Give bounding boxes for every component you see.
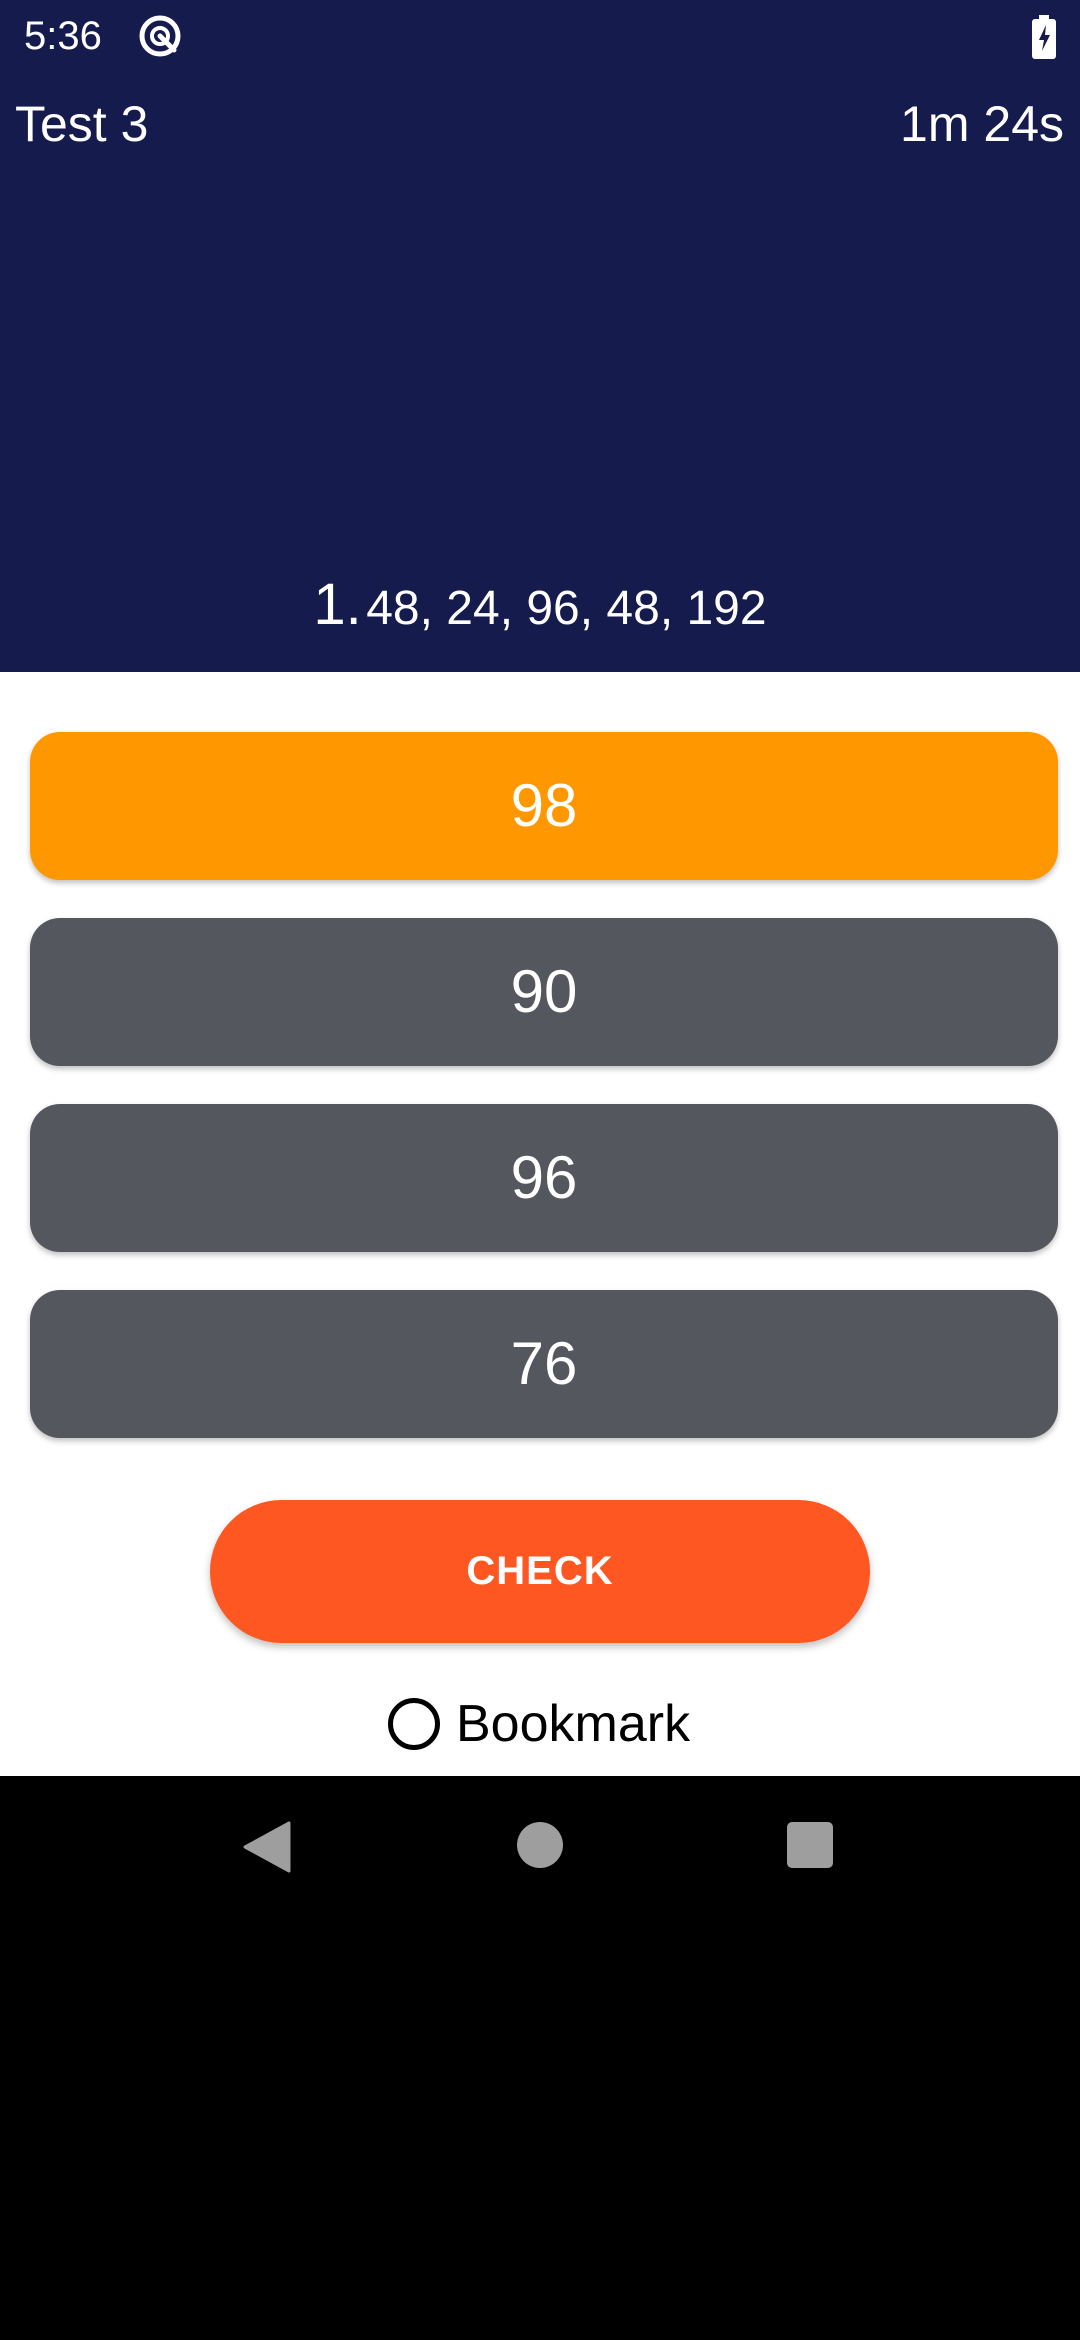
answer-option[interactable]: 90 [30,918,1058,1066]
answer-option[interactable]: 76 [30,1290,1058,1438]
question: 1. 48, 24, 96, 48, 192 [0,570,1080,655]
navigation-bar [0,1776,1080,1921]
header: 5:36 Test 3 1m 24s 1. 48, 24, 96, 48, 19… [0,0,1080,672]
circled-arrow-icon [139,15,181,57]
app-screen: 5:36 Test 3 1m 24s 1. 48, 24, 96, 48, 19… [0,0,1080,2340]
check-button[interactable]: CHECK [210,1500,870,1643]
status-bar: 5:36 [0,0,1080,72]
bookmark-label: Bookmark [456,1695,691,1753]
question-text: 48, 24, 96, 48, 192 [366,582,767,635]
question-number: 1. [313,572,362,637]
recents-square-icon[interactable] [787,1822,833,1868]
status-time: 5:36 [24,14,102,58]
home-circle-icon[interactable] [517,1822,563,1868]
battery-charging-icon [1032,15,1056,59]
answer-option[interactable]: 98 [30,732,1058,880]
answer-option[interactable]: 96 [30,1104,1058,1252]
bookmark-toggle[interactable]: Bookmark [388,1692,690,1756]
radio-unchecked-icon[interactable] [388,1698,440,1750]
test-title: Test 3 [15,96,149,152]
timer: 1m 24s [900,96,1064,152]
back-triangle-icon[interactable] [243,1821,291,1873]
